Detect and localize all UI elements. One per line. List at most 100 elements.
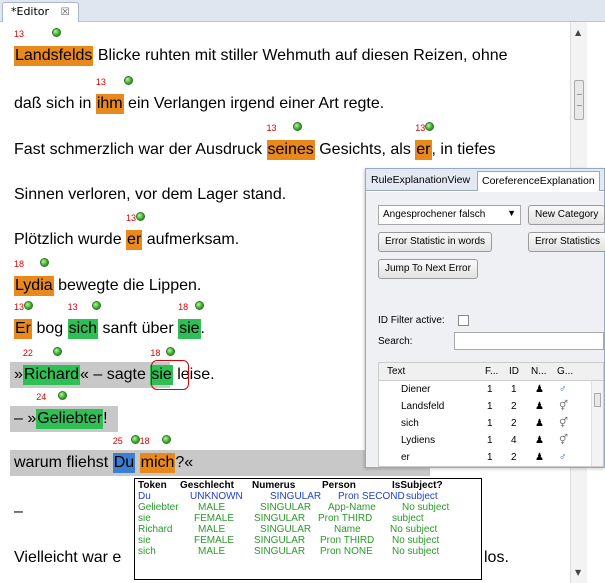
error-statistics-button[interactable]: Error Statistics <box>528 232 605 252</box>
status-dot-icon <box>166 347 176 356</box>
table-row[interactable]: Landsfeld 1 2 ♟ ⚥ <box>379 399 603 416</box>
error-statistic-words-button[interactable]: Error Statistic in words <box>378 232 493 252</box>
tooltip-row: Geliebter MALE SINGULAR App-Name No subject <box>138 502 450 513</box>
text-line: Fast schmerzlich war der Ausdruck 13 sein… <box>14 122 496 160</box>
coref-token[interactable]: 13 seines <box>266 122 315 160</box>
text-line: Plötzlich wurde 13 er aufmerksam. <box>14 212 240 250</box>
tooltip-row: sie FEMALE SINGULAR Pron THIRD No subject <box>138 535 440 546</box>
tooltip-row: sie FEMALE SINGULAR Pron THIRD subject <box>138 513 424 524</box>
table-row[interactable]: sich 1 2 ♟ ⚥ <box>379 416 603 433</box>
status-dot-icon <box>40 258 49 267</box>
scroll-up-icon[interactable]: ▲ <box>575 28 581 37</box>
col-n[interactable]: N... <box>531 366 547 377</box>
text-line: Sinnen verloren, vor dem Lager stand. <box>14 186 287 203</box>
token-info-tooltip: Token Geschlecht Numerus Person IsSubjec… <box>134 478 482 580</box>
gender-icon: ♂ <box>559 452 567 463</box>
coref-token[interactable]: 13 Landsfelds <box>14 28 94 66</box>
chain-id-label: 13 <box>14 29 25 39</box>
table-row[interactable]: Diener 1 1 ♟ ♂ <box>379 382 603 399</box>
text-line: los. <box>484 549 509 566</box>
text-line: warum fliehst 25 Du 18 mich?« <box>14 435 194 473</box>
coref-token[interactable]: 13 Er <box>14 301 33 339</box>
tooltip-row: sich MALE SINGULAR Pron NONE No subject <box>138 546 440 557</box>
chain-id-label: 18 <box>150 348 161 358</box>
tab-rule-explanation[interactable]: RuleExplanationView <box>367 171 474 191</box>
chain-id-label: 24 <box>36 392 47 402</box>
scrollbar-thumb[interactable] <box>574 80 584 120</box>
chain-id-label: 18 <box>178 302 189 312</box>
close-icon[interactable]: ☒ <box>61 7 70 18</box>
chain-id-label: 13 <box>67 302 78 312</box>
selection-circle <box>151 360 189 390</box>
view-pane: Angesprochener falsch ▼ New Category Erro… <box>366 192 605 467</box>
text-line: 13 Er bog 13 sich sanft über 18 sie. <box>14 301 205 339</box>
table-row[interactable]: er 1 2 ♟ ♂ <box>379 450 603 466</box>
category-combo[interactable]: Angesprochener falsch ▼ <box>378 205 521 225</box>
editor-tab-strip: *Editor ☒ <box>0 0 605 22</box>
table-scrollbar[interactable] <box>591 381 603 466</box>
chain-id-label: 18 <box>139 436 150 446</box>
chevron-down-icon: ▼ <box>507 208 516 218</box>
person-icon: ♟ <box>535 435 544 446</box>
chain-id-label: 13 <box>266 123 277 133</box>
id-filter-label: ID Filter active: <box>378 315 445 326</box>
chain-id-label: 13 <box>126 213 137 223</box>
tab-editor-label: *Editor <box>11 5 50 18</box>
chain-id-label: 18 <box>14 259 25 269</box>
status-dot-icon <box>52 28 61 37</box>
status-dot-icon <box>136 212 146 221</box>
coref-token[interactable]: 25 Du <box>112 435 140 473</box>
text-line: – <box>14 503 23 520</box>
person-icon: ♟ <box>535 384 544 395</box>
coref-token[interactable]: 13 ihm <box>95 76 133 114</box>
chain-id-label: 22 <box>22 348 33 358</box>
coref-token[interactable]: 24 Geliebter <box>36 391 104 429</box>
gender-icon: ♂ <box>559 384 567 395</box>
coref-token[interactable]: 18 Lydia <box>14 258 54 296</box>
chain-id-label: 13 <box>14 302 25 312</box>
tooltip-row: Du UNKNOWN SINGULAR Pron SECOND subject <box>138 491 438 502</box>
mentions-table: Text F... ID N... G... Diener 1 1 ♟ ♂ Landsf… <box>378 362 604 467</box>
coref-token[interactable]: 13 er <box>126 212 146 250</box>
coref-token[interactable]: 18 mich <box>139 435 176 473</box>
jump-next-error-button[interactable]: Jump To Next Error <box>378 259 478 279</box>
coref-token[interactable]: 13 er <box>415 122 435 160</box>
text-line: daß sich in 13 ihm ein Verlangen irgend e… <box>14 76 385 114</box>
status-dot-icon <box>52 347 62 356</box>
col-id[interactable]: ID <box>509 366 519 377</box>
col-text[interactable]: Text <box>387 366 405 377</box>
chain-id-label: 25 <box>112 436 123 446</box>
chain-id-label: 13 <box>415 123 426 133</box>
person-icon: ♟ <box>535 452 544 463</box>
text-line: Vielleicht war e <box>14 549 122 566</box>
coreference-view: RuleExplanationView CoreferenceExplanati… <box>365 168 605 468</box>
tab-editor[interactable]: *Editor ☒ <box>2 2 79 22</box>
id-filter-checkbox[interactable] <box>458 315 469 326</box>
gender-icon: ⚥ <box>559 401 569 412</box>
view-tab-strip: RuleExplanationView CoreferenceExplanati… <box>366 169 604 191</box>
gender-icon: ⚥ <box>559 418 569 429</box>
chain-id-label: 13 <box>95 77 106 87</box>
col-g[interactable]: G... <box>557 366 573 377</box>
text-line: 18 Lydia bewegte die Lippen. <box>14 258 202 296</box>
tooltip-row: Richard MALE SINGULAR Name No subject <box>138 524 438 535</box>
coref-token[interactable]: 18 sie <box>178 301 205 339</box>
status-dot-icon <box>195 301 205 310</box>
gender-icon: ⚥ <box>559 435 569 446</box>
coref-token[interactable]: 13 sich <box>67 301 101 339</box>
text-line: 13 Landsfelds Blicke ruhten mit stiller W… <box>14 28 508 66</box>
tooltip-header: Token Geschlecht Numerus Person IsSubjec… <box>138 480 443 491</box>
new-category-button[interactable]: New Category <box>528 205 605 225</box>
status-dot-icon <box>58 391 68 400</box>
status-dot-icon <box>425 122 435 131</box>
search-input[interactable] <box>454 332 604 350</box>
status-dot-icon <box>161 435 171 444</box>
text-line: – » 24 Geliebter! <box>14 391 108 429</box>
scroll-down-icon[interactable]: ▼ <box>575 568 581 577</box>
status-dot-icon <box>130 435 140 444</box>
coref-token[interactable]: 22 Richard <box>22 347 81 385</box>
person-icon: ♟ <box>535 401 544 412</box>
col-f[interactable]: F... <box>485 366 498 377</box>
tab-coreference-explanation[interactable]: CoreferenceExplanation <box>477 171 600 191</box>
table-row[interactable]: Lydiens 1 4 ♟ ⚥ <box>379 433 603 450</box>
